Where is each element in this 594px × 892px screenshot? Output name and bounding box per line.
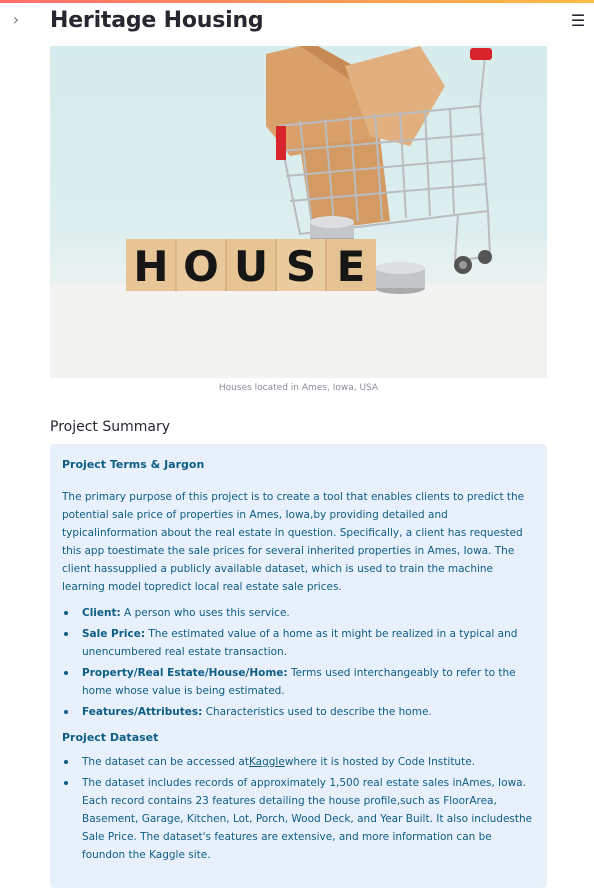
kaggle-link[interactable]: Kaggle xyxy=(249,756,285,768)
chevron-right-icon[interactable]: › xyxy=(8,10,24,30)
dataset-heading: Project Dataset xyxy=(62,731,159,744)
project-summary-heading: Project Summary xyxy=(50,419,171,435)
terms-list: Client: A person who uses this service. … xyxy=(62,604,535,721)
block-letter: U xyxy=(234,242,268,291)
page-title: Heritage Housing xyxy=(50,8,264,33)
dataset-list: The dataset can be accessed atKagglewher… xyxy=(62,753,535,864)
header-decoration xyxy=(0,0,594,3)
project-summary-info-box: Project Terms & Jargon The primary purpo… xyxy=(50,444,547,888)
intro-paragraph: The primary purpose of this project is t… xyxy=(62,491,525,593)
list-item: Features/Attributes: Characteristics use… xyxy=(64,703,535,721)
terms-heading: Project Terms & Jargon xyxy=(62,458,205,471)
image-caption: Houses located in Ames, Iowa, USA xyxy=(218,383,379,393)
block-letter: H xyxy=(133,242,168,291)
list-item: Sale Price: The estimated value of a hom… xyxy=(64,625,535,661)
block-letter: E xyxy=(337,242,366,291)
hero-image: H O U S E xyxy=(50,46,547,378)
list-item: Property/Real Estate/House/Home: Terms u… xyxy=(64,664,535,700)
block-letter: O xyxy=(183,242,219,291)
list-item: The dataset can be accessed atKagglewher… xyxy=(64,753,535,771)
block-letter: S xyxy=(286,242,316,291)
list-item: Client: A person who uses this service. xyxy=(64,604,535,622)
list-item: The dataset includes records of approxim… xyxy=(64,774,535,864)
hamburger-menu-icon[interactable]: ☰ xyxy=(568,10,588,32)
